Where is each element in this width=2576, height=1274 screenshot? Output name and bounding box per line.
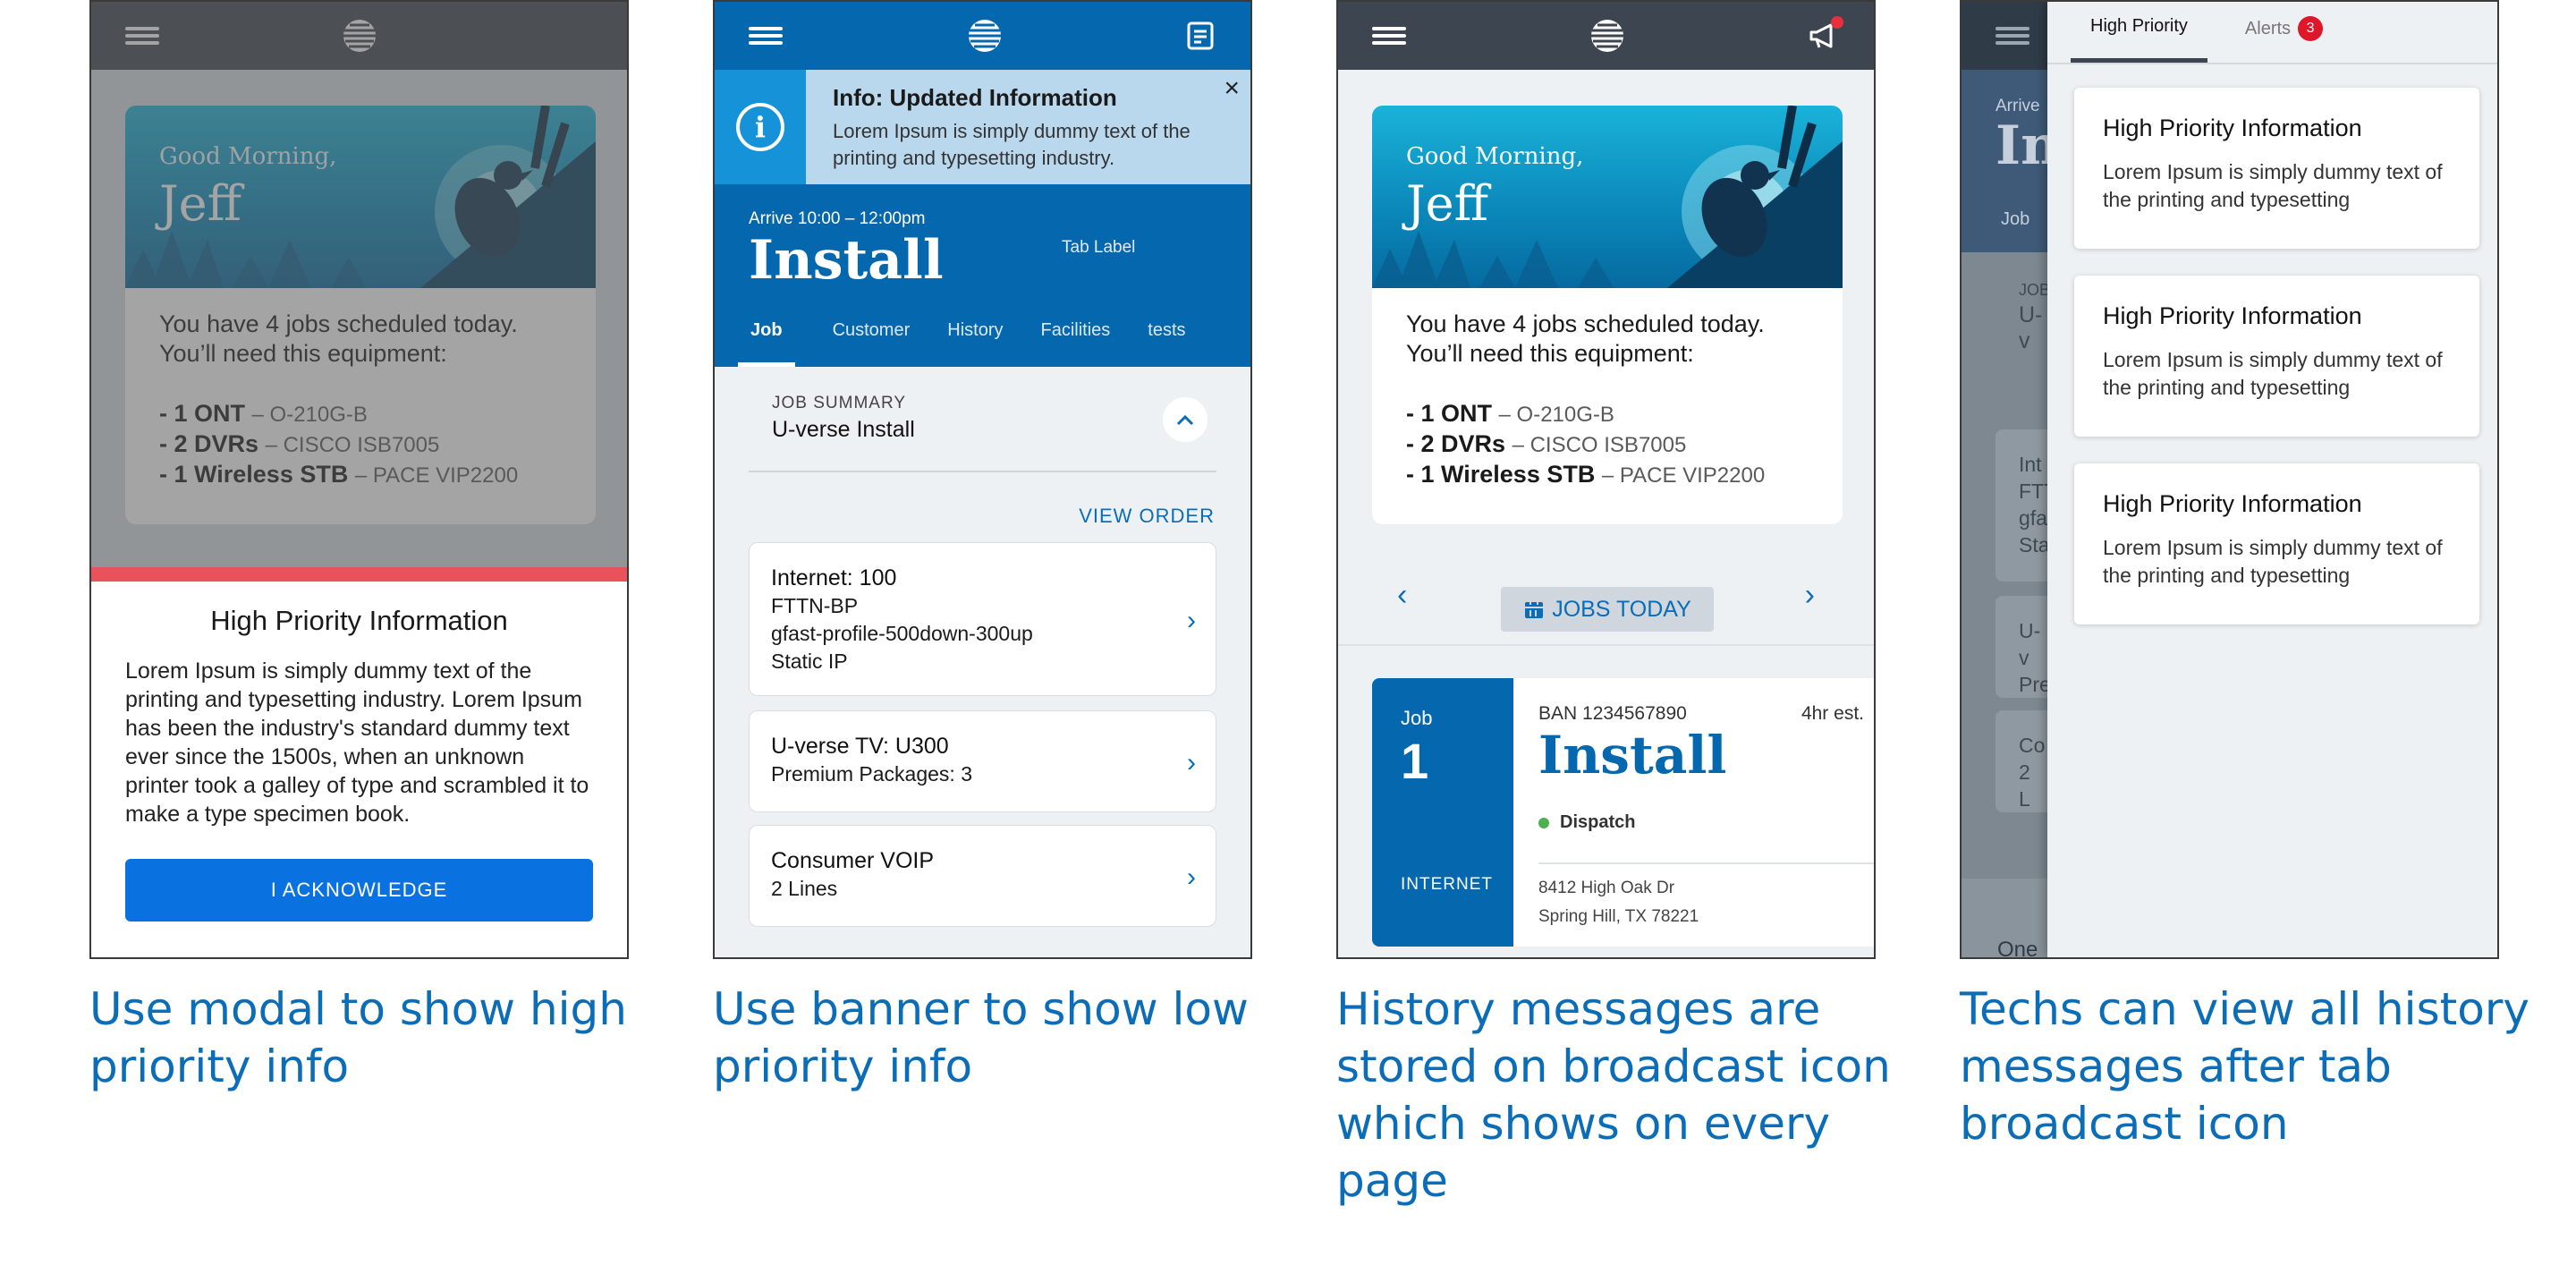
att-globe-icon [968,20,1001,52]
tab-history[interactable]: History [947,320,1003,367]
bg-content: JOB U-v IntFTTgfaSta U-vPre Co2 L [1962,252,2047,879]
address-line-1: 8412 High Oak Dr [1538,879,1675,897]
panel-modal-example: Good Morning,Jeff You have 4 jobs schedu… [89,0,629,959]
menu-icon[interactable] [1996,27,2029,45]
panel-broadcast-icon: Good Morning, Jeff You have 4 jobs schedu… [1336,0,1876,959]
service-row-internet[interactable]: Internet: 100 FTTN-BP gfast-profile-500d… [749,542,1216,696]
modal-backdrop [91,2,627,567]
banner-body: Lorem Ipsum is simply dummy text of the … [833,120,1191,169]
info-icon-block: i [715,70,806,184]
job-type: INTERNET [1401,875,1493,894]
bg-job-header: Arrive In Job [1962,70,2047,252]
tab-facilities[interactable]: Facilities [1041,320,1111,367]
equipment-item: - 1 ONT – O-210G-B [1406,400,1614,427]
job-tabs: Job Customer History Facilities tests [738,320,1186,367]
time-estimate: 4hr est. [1801,703,1864,724]
prev-day-button[interactable]: ‹ [1397,578,1407,613]
chevron-right-icon: › [1187,862,1196,892]
tab-high-priority[interactable]: High Priority [2071,16,2207,63]
top-bar [1338,2,1874,70]
chevron-right-icon: › [1187,748,1196,777]
chevron-right-icon: › [1187,606,1196,635]
tab-customer[interactable]: Customer [833,320,911,367]
priority-message-card[interactable]: High Priority Information Lorem Ipsum is… [2074,276,2479,437]
equipment-summary: You have 4 jobs scheduled today. You’ll … [1406,310,1816,490]
equipment-list: - 1 ONT – O-210G-B - 2 DVRs – CISCO ISB7… [1406,399,1816,490]
jobs-line-1: You have 4 jobs scheduled today. [1406,310,1765,337]
jobs-today-label: JOBS TODAY [1552,596,1691,622]
job-title: Install [749,229,944,292]
tab-alerts[interactable]: Alerts 3 [2234,16,2334,63]
greeting-card: Good Morning, Jeff You have 4 jobs schedu… [1372,106,1843,524]
summary-value: U-verse Install [772,417,915,442]
summary-label: JOB SUMMARY [772,394,907,412]
alerts-count-badge: 3 [2298,16,2324,41]
acknowledge-button[interactable]: I ACKNOWLEDGE [125,859,593,922]
job-title: Install [1538,725,1727,786]
job-summary: JOB SUMMARY U-verse Install [749,367,1216,472]
info-banner: i Info: Updated Information Lorem Ipsum … [715,70,1250,184]
job-number: 1 [1401,733,1429,789]
service-row-tv[interactable]: U-verse TV: U300 Premium Packages: 3 › [749,710,1216,812]
panel-banner-example: i Info: Updated Information Lorem Ipsum … [713,0,1252,959]
service-row-voip[interactable]: Consumer VOIP 2 Lines › [749,825,1216,927]
background-app: Arrive In Job JOB U-v IntFTTgfaSta U-vPr… [1962,2,2047,957]
user-name: Jeff [1406,175,1488,232]
history-drawer: High Priority Alerts 3 High Priority Inf… [2047,2,2497,957]
modal-title: High Priority Information [210,605,508,636]
status-dot [1538,817,1549,828]
notes-icon[interactable] [1186,21,1216,51]
jobs-line-2: You’ll need this equipment: [1406,340,1694,367]
notification-dot [1831,16,1843,29]
tab-tests[interactable]: tests [1148,320,1185,367]
calendar-icon [1525,600,1544,618]
jobs-today-nav: ‹ JOBS TODAY › [1338,565,1874,646]
arrive-window: Arrive 10:00 – 12:00pm [749,209,926,228]
job-card[interactable]: Job 1 INTERNET BAN 1234567890 4hr est. I… [1372,678,1874,947]
collapse-button[interactable] [1163,397,1208,442]
job-number-block: Job 1 INTERNET [1372,678,1513,947]
chevron-up-icon [1176,414,1194,426]
panel-history-drawer: Arrive In Job JOB U-v IntFTTgfaSta U-vPr… [1960,0,2499,959]
equipment-item: - 1 Wireless STB – PACE VIP2200 [1406,461,1766,488]
address-line-2: Spring Hill, TX 78221 [1538,907,1699,926]
status-text: Dispatch [1560,812,1636,832]
job-header: Arrive 10:00 – 12:00pm Install Tab Label… [715,184,1250,367]
greeting-text: Good Morning, [1406,143,1584,170]
close-icon[interactable]: × [1224,73,1240,104]
bg-top-bar [1962,2,2047,70]
ban-number: BAN 1234567890 [1538,703,1687,724]
priority-message-card[interactable]: High Priority Information Lorem Ipsum is… [2074,463,2479,624]
top-bar [715,2,1250,70]
caption-broadcast: History messages are stored on broadcast… [1336,983,1891,1207]
banner-title: Info: Updated Information [833,84,1117,111]
caption-history: Techs can view all history messages afte… [1960,983,2529,1150]
att-globe-icon [1590,20,1623,52]
view-order-link[interactable]: VIEW ORDER [1079,505,1215,528]
high-priority-modal: High Priority Information Lorem Ipsum is… [91,567,627,957]
status-badge: Dispatch [1538,812,1635,833]
caption-modal: Use modal to show high priority info [89,983,627,1092]
next-day-button[interactable]: › [1805,578,1815,613]
job-word: Job [1401,707,1433,729]
drawer-tabs: High Priority Alerts 3 [2047,2,2497,64]
tab-job[interactable]: Job [738,320,795,367]
menu-icon[interactable] [749,27,783,45]
priority-message-card[interactable]: High Priority Information Lorem Ipsum is… [2074,88,2479,249]
caption-banner: Use banner to show low priority info [713,983,1249,1092]
jobs-today-button[interactable]: JOBS TODAY [1501,587,1714,632]
info-icon: i [736,103,784,151]
priority-stripe [91,567,627,582]
tab-label: Tab Label [1062,238,1136,257]
equipment-item: - 2 DVRs – CISCO ISB7005 [1406,430,1687,457]
menu-icon[interactable] [1372,27,1406,45]
broadcast-button[interactable] [1808,16,1843,52]
modal-body: Lorem Ipsum is simply dummy text of the … [125,658,589,827]
hero-illustration: Good Morning, Jeff [1372,106,1843,288]
divider [1538,862,1874,864]
